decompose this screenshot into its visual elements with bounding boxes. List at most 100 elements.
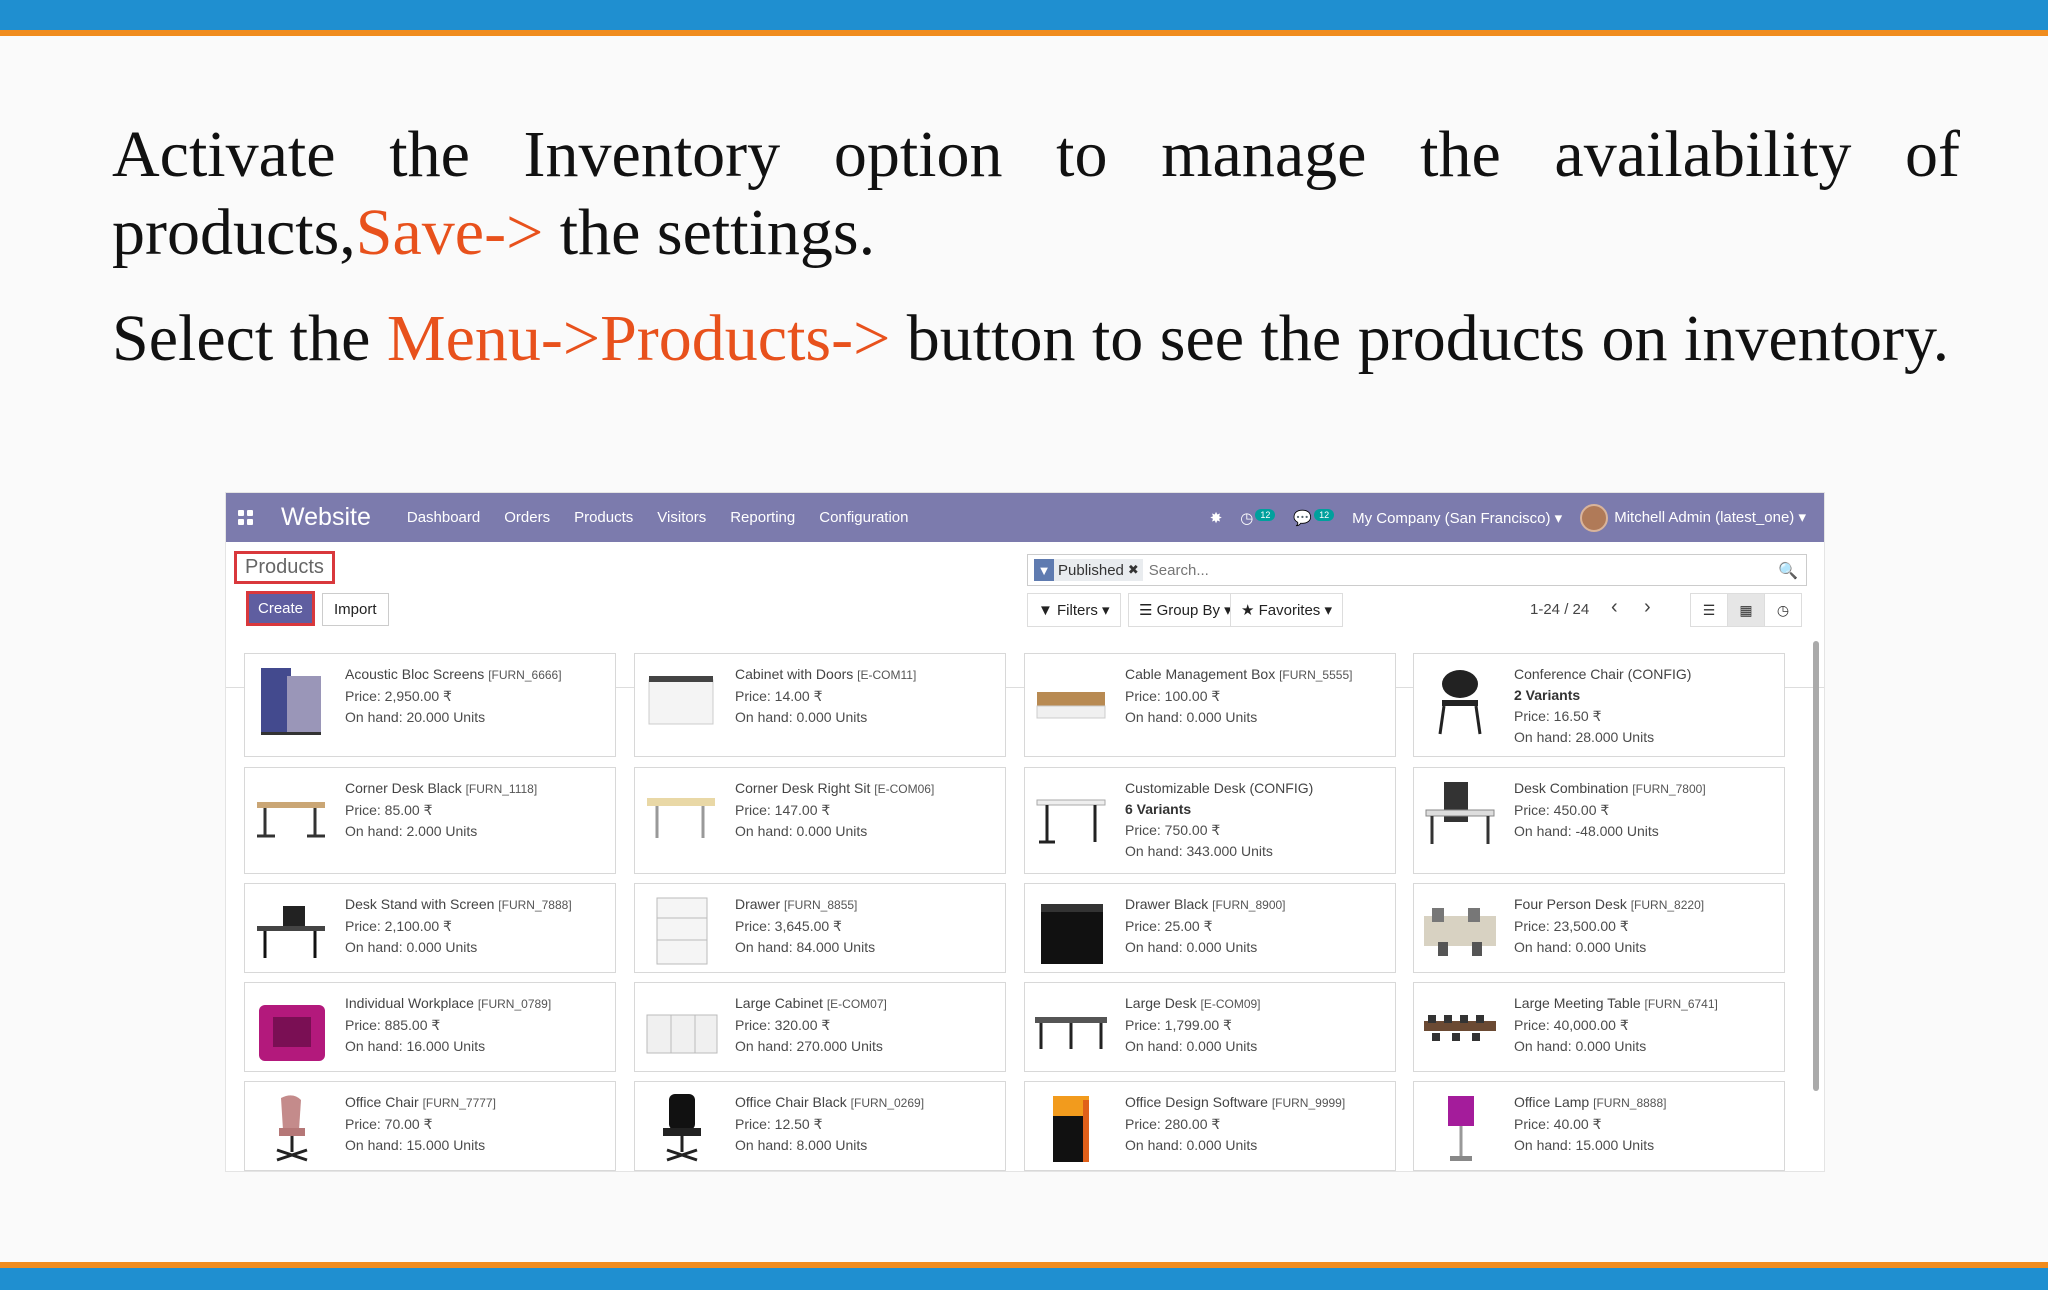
- product-image: [1033, 991, 1109, 1067]
- menu-item-configuration[interactable]: Configuration: [819, 509, 908, 526]
- product-image: [643, 1090, 719, 1166]
- filters-button[interactable]: ▼ Filters ▾: [1027, 593, 1121, 627]
- product-on-hand: On hand: 84.000 Units: [735, 939, 876, 955]
- search-input[interactable]: [1148, 561, 1709, 579]
- product-card[interactable]: Conference Chair (CONFIG) 2 Variants Price…: [1413, 653, 1785, 757]
- favorites-button[interactable]: ★ Favorites ▾: [1230, 593, 1344, 627]
- app-brand[interactable]: Website: [281, 503, 371, 532]
- product-on-hand: On hand: 343.000 Units: [1125, 843, 1273, 859]
- menu-item-reporting[interactable]: Reporting: [730, 509, 795, 526]
- main-menu: Dashboard Orders Products Visitors Reporting…: [407, 509, 909, 526]
- product-info: Office Chair Black [FURN_0269] Price: 12.…: [735, 1092, 999, 1156]
- product-price: Price: 3,645.00 ₹: [735, 918, 842, 934]
- activity-icon[interactable]: ◷ 12: [1240, 508, 1276, 527]
- product-price: Price: 450.00 ₹: [1514, 802, 1610, 818]
- product-card[interactable]: Drawer [FURN_8855] Price: 3,645.00 ₹ On ha…: [634, 883, 1006, 973]
- product-name: Drawer: [735, 896, 781, 912]
- product-info: Office Chair [FURN_7777] Price: 70.00 ₹ On…: [345, 1092, 609, 1156]
- kanban-view-icon[interactable]: ▦: [1727, 593, 1765, 627]
- product-name: Office Chair: [345, 1094, 419, 1110]
- facet-label: Published: [1058, 561, 1124, 579]
- instruction-text: Select the: [112, 302, 387, 375]
- product-info: Four Person Desk [FURN_8220] Price: 23,50…: [1514, 894, 1778, 958]
- product-on-hand: On hand: 8.000 Units: [735, 1137, 868, 1153]
- pager-previous-icon[interactable]: ‹: [1611, 596, 1618, 619]
- menu-item-dashboard[interactable]: Dashboard: [407, 509, 480, 526]
- product-on-hand: On hand: 0.000 Units: [735, 709, 868, 725]
- product-image: [253, 892, 329, 968]
- product-card[interactable]: Cabinet with Doors [E-COM11] Price: 14.00…: [634, 653, 1006, 757]
- product-name: Individual Workplace: [345, 995, 474, 1011]
- product-name: Office Chair Black: [735, 1094, 847, 1110]
- product-image: [253, 1090, 329, 1166]
- product-card[interactable]: Large Desk [E-COM09] Price: 1,799.00 ₹ On …: [1024, 982, 1396, 1072]
- instruction-text: button to see the products on inventory.: [890, 302, 1950, 375]
- activity-view-icon[interactable]: ◷: [1764, 593, 1802, 627]
- product-card[interactable]: Large Cabinet [E-COM07] Price: 320.00 ₹ On…: [634, 982, 1006, 1072]
- product-image: [1422, 892, 1498, 968]
- product-reference: [FURN_9999]: [1271, 1096, 1346, 1110]
- search-icon[interactable]: 🔍: [1778, 561, 1798, 581]
- user-menu[interactable]: Mitchell Admin (latest_one) ▾: [1580, 503, 1806, 532]
- product-price: Price: 25.00 ₹: [1125, 918, 1213, 934]
- pager-value[interactable]: 1-24 / 24: [1530, 601, 1589, 618]
- slide-top-stripe: [0, 30, 2048, 36]
- scrollbar[interactable]: [1813, 641, 1819, 1091]
- menu-item-orders[interactable]: Orders: [504, 509, 550, 526]
- product-on-hand: On hand: -48.000 Units: [1514, 823, 1659, 839]
- product-card[interactable]: Corner Desk Right Sit [E-COM06] Price: 14…: [634, 767, 1006, 874]
- search-facet[interactable]: ▼ Published ✖: [1034, 559, 1143, 581]
- product-reference: [FURN_8888]: [1593, 1096, 1667, 1110]
- product-card[interactable]: Drawer Black [FURN_8900] Price: 25.00 ₹ On…: [1024, 883, 1396, 973]
- product-image: [643, 662, 719, 738]
- product-card[interactable]: Office Chair Black [FURN_0269] Price: 12.…: [634, 1081, 1006, 1171]
- list-view-icon[interactable]: ☰: [1690, 593, 1728, 627]
- product-card[interactable]: Individual Workplace [FURN_0789] Price: 8…: [244, 982, 616, 1072]
- product-card[interactable]: Desk Stand with Screen [FURN_7888] Price:…: [244, 883, 616, 973]
- product-on-hand: On hand: 20.000 Units: [345, 709, 486, 725]
- product-reference: [FURN_1118]: [465, 782, 538, 796]
- product-card[interactable]: Desk Combination [FURN_7800] Price: 450.0…: [1413, 767, 1785, 874]
- product-on-hand: On hand: 0.000 Units: [1125, 709, 1258, 725]
- filters-label: Filters: [1057, 601, 1098, 619]
- product-name: Large Meeting Table: [1514, 995, 1641, 1011]
- messages-icon[interactable]: 💬 12: [1293, 508, 1335, 527]
- product-card[interactable]: Office Lamp [FURN_8888] Price: 40.00 ₹ On …: [1413, 1081, 1785, 1171]
- product-price: Price: 147.00 ₹: [735, 802, 831, 818]
- product-name: Customizable Desk (CONFIG): [1125, 780, 1314, 796]
- product-reference: [FURN_8220]: [1630, 898, 1705, 912]
- apps-menu-icon[interactable]: [238, 509, 254, 526]
- pager-next-icon[interactable]: ›: [1644, 596, 1651, 619]
- menu-item-products[interactable]: Products: [574, 509, 633, 526]
- product-info: Corner Desk Black [FURN_1118] Price: 85.0…: [345, 778, 609, 842]
- product-name: Corner Desk Black: [345, 780, 462, 796]
- product-reference: [E-COM07]: [826, 997, 887, 1011]
- product-image: [1422, 1090, 1498, 1166]
- product-card[interactable]: Cable Management Box [FURN_5555] Price: 1…: [1024, 653, 1396, 757]
- remove-facet-icon[interactable]: ✖: [1128, 562, 1143, 578]
- product-name: Conference Chair (CONFIG): [1514, 666, 1692, 682]
- product-info: Customizable Desk (CONFIG) 6 Variants Pric…: [1125, 778, 1389, 862]
- systray: ✸ ◷ 12 💬 12 My Company (San Francisco) ▾ M…: [1210, 493, 1806, 542]
- product-image: [1422, 776, 1498, 852]
- create-button[interactable]: Create: [246, 591, 316, 626]
- groupby-button[interactable]: ☰ Group By ▾: [1128, 593, 1243, 627]
- product-price: Price: 320.00 ₹: [735, 1017, 831, 1033]
- product-card[interactable]: Large Meeting Table [FURN_6741] Price: 40…: [1413, 982, 1785, 1072]
- product-price: Price: 23,500.00 ₹: [1514, 918, 1629, 934]
- import-button[interactable]: Import: [322, 593, 389, 626]
- product-card[interactable]: Customizable Desk (CONFIG) 6 Variants Pric…: [1024, 767, 1396, 874]
- product-card[interactable]: Four Person Desk [FURN_8220] Price: 23,50…: [1413, 883, 1785, 973]
- product-name: Office Design Software: [1125, 1094, 1268, 1110]
- company-switcher[interactable]: My Company (San Francisco) ▾: [1352, 509, 1562, 527]
- product-card[interactable]: Acoustic Bloc Screens [FURN_6666] Price: …: [244, 653, 616, 757]
- menu-item-visitors[interactable]: Visitors: [657, 509, 706, 526]
- product-card[interactable]: Corner Desk Black [FURN_1118] Price: 85.0…: [244, 767, 616, 874]
- product-on-hand: On hand: 16.000 Units: [345, 1038, 486, 1054]
- product-card[interactable]: Office Design Software [FURN_9999] Price:…: [1024, 1081, 1396, 1171]
- product-reference: [E-COM06]: [874, 782, 935, 796]
- product-info: Acoustic Bloc Screens [FURN_6666] Price: …: [345, 664, 609, 728]
- bug-icon[interactable]: ✸: [1210, 509, 1223, 527]
- product-on-hand: On hand: 0.000 Units: [1125, 939, 1258, 955]
- product-card[interactable]: Office Chair [FURN_7777] Price: 70.00 ₹ On…: [244, 1081, 616, 1171]
